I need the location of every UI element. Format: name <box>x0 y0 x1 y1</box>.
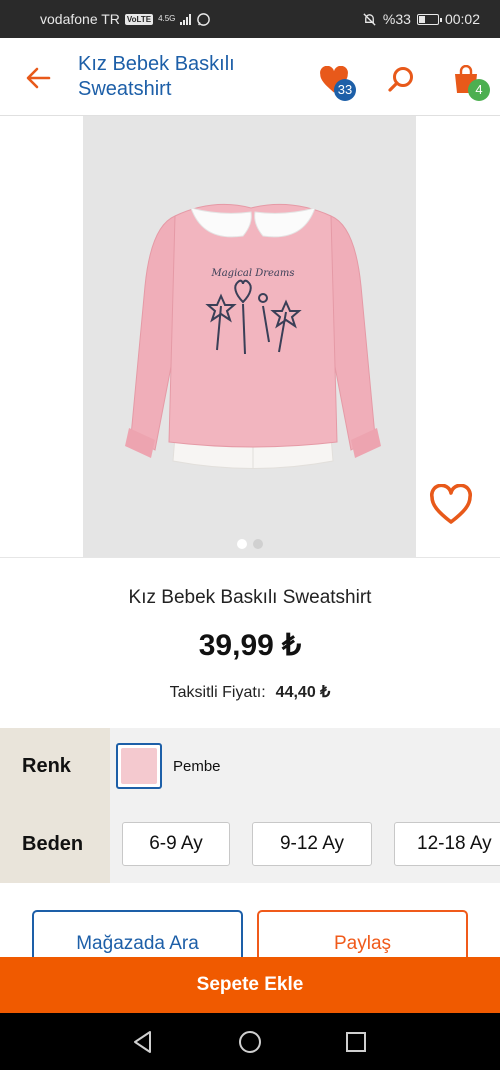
installment-label: Taksitli Fiyatı: <box>169 684 266 701</box>
product-image-gallery[interactable]: Magical Dreams <box>83 116 416 557</box>
installment-price: 44,40 ₺ <box>275 684 331 701</box>
signal-icon <box>180 13 192 25</box>
options-label-column <box>0 728 110 883</box>
color-swatch-fill <box>121 748 157 784</box>
color-label: Renk <box>22 755 71 777</box>
back-button[interactable] <box>22 64 54 92</box>
add-to-favorites-button[interactable] <box>428 483 474 526</box>
nav-home-icon[interactable] <box>235 1027 265 1057</box>
color-swatch-pembe[interactable] <box>116 743 162 789</box>
favorites-badge: 33 <box>334 79 356 101</box>
status-right: %33 00:02 <box>362 11 480 27</box>
search-icon <box>388 67 413 92</box>
product-image: Magical Dreams <box>125 203 381 469</box>
battery-percent: %33 <box>382 11 411 27</box>
color-name: Pembe <box>173 758 221 775</box>
whatsapp-icon <box>197 12 211 26</box>
size-option-9-12[interactable]: 9-12 Ay <box>252 822 372 866</box>
pagination-dot-active[interactable] <box>236 539 247 549</box>
battery-fill <box>418 15 425 23</box>
print-text: Magical Dreams <box>210 268 294 279</box>
add-to-cart-button[interactable]: Sepete Ekle <box>0 957 500 1013</box>
app-header: Kız Bebek Baskılı Sweatshirt 33 4 <box>0 38 500 116</box>
status-bar: vodafone TR VoLTE 4.5G %33 00:02 <box>0 0 500 38</box>
heart-outline-icon <box>430 483 472 524</box>
gallery-pagination <box>83 539 416 549</box>
search-button[interactable] <box>381 60 421 100</box>
network-type: 4.5G <box>158 14 176 23</box>
size-option-12-18[interactable]: 12-18 Ay <box>394 822 500 866</box>
system-navigation-bar <box>0 1013 500 1070</box>
clock: 00:02 <box>444 11 480 27</box>
divider <box>0 557 500 558</box>
pagination-dot[interactable] <box>252 539 263 549</box>
nav-recents-icon[interactable] <box>341 1027 371 1057</box>
size-option-6-9[interactable]: 6-9 Ay <box>122 822 230 866</box>
arrow-left-icon <box>26 67 51 89</box>
nav-back-icon[interactable] <box>128 1027 158 1057</box>
product-screen: vodafone TR VoLTE 4.5G %33 00:02 Kız Beb… <box>0 0 500 1070</box>
installment-price-row: Taksitli Fiyatı: 44,40 ₺ <box>0 682 500 702</box>
volte-badge: VoLTE <box>124 13 154 25</box>
carrier-name: vodafone TR <box>40 11 120 27</box>
size-label: Beden <box>22 833 84 855</box>
product-name: Kız Bebek Baskılı Sweatshirt <box>128 587 372 608</box>
cart-badge: 4 <box>468 79 490 101</box>
mute-bell-icon <box>363 12 376 26</box>
favorites-button[interactable]: 33 <box>314 60 356 101</box>
product-price: 39,99 ₺ <box>198 629 302 662</box>
battery-icon <box>416 13 442 25</box>
page-title: Kız Bebek Baskılı Sweatshirt <box>78 53 235 100</box>
status-left: vodafone TR VoLTE 4.5G <box>40 11 211 27</box>
cart-button[interactable]: 4 <box>446 60 490 101</box>
